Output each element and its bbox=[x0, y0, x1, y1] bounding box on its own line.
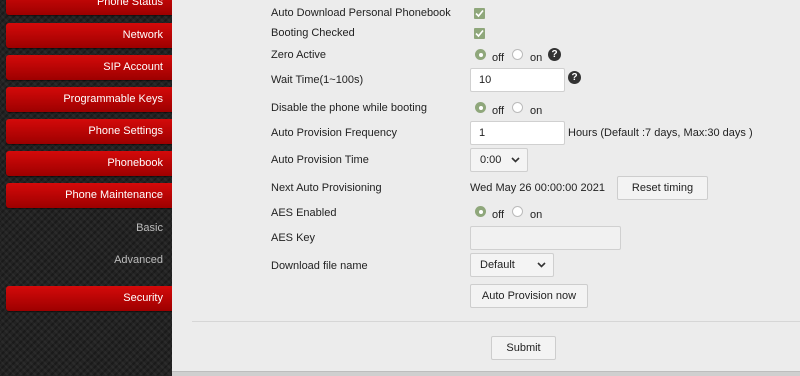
horizontal-scrollbar[interactable] bbox=[172, 371, 800, 376]
sidebar-item-phone-status[interactable]: Phone Status bbox=[6, 0, 172, 15]
auto-provision-time-label: Auto Provision Time bbox=[271, 154, 369, 166]
check-icon bbox=[475, 29, 484, 38]
question-circle-icon[interactable]: ? bbox=[568, 71, 581, 84]
sidebar-item-phone-settings[interactable]: Phone Settings bbox=[6, 119, 172, 144]
disable-phone-booting-label: Disable the phone while booting bbox=[271, 102, 427, 114]
aes-enabled-label: AES Enabled bbox=[271, 207, 337, 219]
sidebar-subitem-advanced[interactable]: Advanced bbox=[6, 250, 172, 270]
sidebar-item-security[interactable]: Security bbox=[6, 286, 172, 311]
disable-phone-booting-on-radio[interactable] bbox=[512, 102, 523, 113]
auto-provision-time-value: 0:00 bbox=[480, 154, 502, 166]
chevron-down-icon bbox=[537, 262, 546, 268]
auto-provision-frequency-hint: Hours (Default :7 days, Max:30 days ) bbox=[568, 127, 753, 139]
auto-provision-time-select[interactable]: 0:00 bbox=[470, 148, 528, 172]
sidebar-item-programmable-keys[interactable]: Programmable Keys bbox=[6, 87, 172, 112]
booting-checked-label: Booting Checked bbox=[271, 27, 355, 39]
zero-active-on-radio[interactable] bbox=[512, 49, 523, 60]
disable-phone-booting-off-radio[interactable] bbox=[475, 102, 486, 113]
check-icon bbox=[475, 9, 484, 18]
download-file-name-value: Default bbox=[480, 259, 515, 271]
aes-key-label: AES Key bbox=[271, 232, 316, 244]
sidebar-item-sip-account[interactable]: SIP Account bbox=[6, 55, 172, 80]
auto-provision-now-button[interactable]: Auto Provision now bbox=[470, 284, 588, 308]
auto-provision-frequency-input[interactable]: 1 bbox=[470, 121, 565, 145]
booting-checked-checkbox[interactable] bbox=[474, 28, 485, 39]
reset-timing-button[interactable]: Reset timing bbox=[617, 176, 708, 200]
auto-download-phonebook-label: Auto Download Personal Phonebook bbox=[271, 7, 451, 19]
zero-active-off-label: off bbox=[492, 52, 505, 64]
sidebar-item-phonebook[interactable]: Phonebook bbox=[6, 151, 172, 176]
next-auto-provisioning-label: Next Auto Provisioning bbox=[271, 182, 382, 194]
download-file-name-label: Download file name bbox=[271, 260, 368, 272]
zero-active-off-radio[interactable] bbox=[475, 49, 486, 60]
aes-key-input[interactable] bbox=[470, 226, 621, 250]
disable-phone-booting-on-label: on bbox=[530, 105, 543, 117]
disable-phone-booting-off-label: off bbox=[492, 105, 505, 117]
auto-provision-frequency-label: Auto Provision Frequency bbox=[271, 127, 397, 139]
zero-active-label: Zero Active bbox=[271, 49, 327, 61]
download-file-name-select[interactable]: Default bbox=[470, 253, 554, 277]
sidebar-subitem-basic[interactable]: Basic bbox=[6, 218, 172, 238]
submit-button[interactable]: Submit bbox=[491, 336, 556, 360]
auto-download-phonebook-checkbox[interactable] bbox=[474, 8, 485, 19]
divider bbox=[192, 321, 800, 322]
aes-enabled-on-radio[interactable] bbox=[512, 206, 523, 217]
zero-active-on-label: on bbox=[530, 52, 543, 64]
sidebar-item-network[interactable]: Network bbox=[6, 23, 172, 48]
question-circle-icon[interactable]: ? bbox=[548, 48, 561, 61]
aes-enabled-on-label: on bbox=[530, 209, 543, 221]
aes-enabled-off-label: off bbox=[492, 209, 505, 221]
aes-enabled-off-radio[interactable] bbox=[475, 206, 486, 217]
sidebar-item-phone-maintenance[interactable]: Phone Maintenance bbox=[6, 183, 172, 208]
wait-time-input[interactable]: 10 bbox=[470, 68, 565, 92]
next-auto-provisioning-value: Wed May 26 00:00:00 2021 bbox=[470, 182, 605, 194]
wait-time-label: Wait Time(1~100s) bbox=[271, 74, 364, 86]
chevron-down-icon bbox=[511, 157, 520, 163]
sidebar: Phone Status Network SIP Account Program… bbox=[0, 0, 172, 376]
